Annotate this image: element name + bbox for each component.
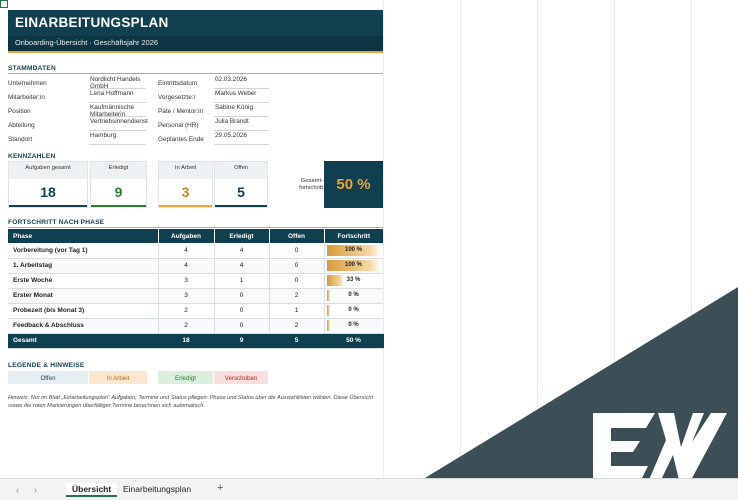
tab-scroll-prev-button[interactable]: ‹ <box>16 485 19 495</box>
tab-uebersicht[interactable]: Übersicht <box>66 483 118 497</box>
add-sheet-button[interactable]: + <box>217 482 223 494</box>
tab-scroll-next-button[interactable]: › <box>34 485 37 495</box>
spreadsheet-canvas[interactable]: EINARBEITUNGSPLAN Onboarding-Übersicht ·… <box>0 0 738 478</box>
sheet-tab-bar: ‹ › Übersicht Einarbeitungsplan + <box>0 478 738 500</box>
tab-einarbeitungsplan[interactable]: Einarbeitungsplan <box>117 483 197 497</box>
watermark-overlay <box>425 287 738 478</box>
